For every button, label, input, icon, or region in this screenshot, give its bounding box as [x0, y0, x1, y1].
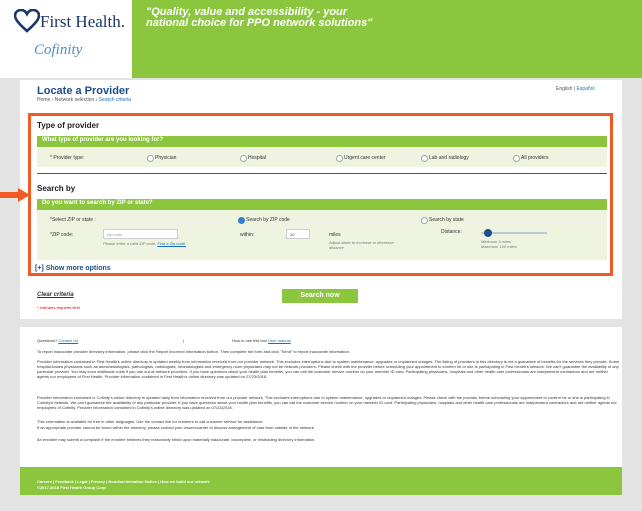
zip-code-label: *ZIP code: — [50, 232, 74, 238]
distance-range-hint: Minimum 5 miles Maximum 100 miles — [481, 239, 551, 249]
questions-row: Questions? Contact Us | How to use this … — [37, 338, 620, 343]
footer-links: Careers | Feedback | Legal | Privacy | N… — [37, 479, 210, 484]
user-manual-link[interactable]: User manual — [268, 338, 291, 343]
arrow-right-icon — [0, 188, 30, 202]
provider-question-bar: What type of provider are you looking fo… — [37, 136, 607, 147]
footer-link-legal[interactable]: Legal — [77, 479, 87, 484]
how-to-label: How to use this tool — [232, 338, 267, 343]
required-field-note: * indicates required field — [37, 305, 80, 310]
provider-type-label: * Provider type: — [50, 155, 85, 161]
zip-code-hint: Please enter a valid ZIP code. Find a Zi… — [103, 241, 188, 246]
find-zip-link[interactable]: Find a Zip code. — [157, 241, 186, 246]
within-miles-input[interactable]: 10 — [286, 229, 310, 239]
site-header: First Health. Cofinity "Quality, value a… — [0, 0, 642, 78]
page-title: Locate a Provider — [37, 85, 130, 97]
search-by-heading: Search by — [37, 184, 76, 193]
contact-us-link[interactable]: Contact Us — [58, 338, 78, 343]
search-by-zip-radio[interactable]: Search by ZIP code — [238, 217, 290, 224]
provider-option-hospital[interactable]: Hospital — [240, 155, 266, 162]
footer-link-privacy[interactable]: Privacy — [91, 479, 105, 484]
footer-link-feedback[interactable]: Feedback — [55, 479, 73, 484]
footer-link-nondiscrimination-notice[interactable]: Nondiscrimination Notice — [108, 479, 156, 484]
zip-code-input[interactable]: Zip code — [103, 229, 178, 239]
breadcrumb: Home › Network selection › Search criter… — [37, 97, 131, 103]
footer-copyright: ©2017-2018 First Health Group Corp — [37, 485, 106, 490]
provider-option-all[interactable]: All providers — [513, 155, 549, 162]
language-spanish[interactable]: Español — [576, 86, 594, 92]
complaint-note: An enrollee may submit a complaint if th… — [37, 437, 316, 442]
within-label: within: — [240, 232, 255, 238]
report-inaccurate-text: To report inaccurate provider directory … — [37, 349, 350, 354]
provider-option-physician[interactable]: Physician — [147, 155, 176, 162]
footer-link-how-we-build-our-network[interactable]: How we build our network — [160, 479, 210, 484]
languages-note: This information is available for free i… — [37, 419, 264, 424]
footer-link-careers[interactable]: Careers — [37, 479, 52, 484]
type-of-provider-heading: Type of provider — [37, 121, 100, 130]
provider-option-lab-radiology[interactable]: Lab and radiology — [421, 155, 469, 162]
language-english[interactable]: English — [556, 86, 572, 92]
cofinity-disclaimer: Provider information contained in Cofini… — [37, 395, 617, 410]
select-zip-state-label: *Select ZIP or state : — [50, 217, 96, 223]
clear-criteria-link[interactable]: Clear criteria — [37, 292, 74, 298]
out-of-network-note: If an appropriate provider cannot be fou… — [37, 425, 315, 430]
cofinity-logo[interactable]: Cofinity — [34, 42, 82, 59]
distance-max: Maximum 100 miles — [481, 244, 517, 249]
logo-primary-text: First Health. — [40, 12, 125, 31]
search-by-question: Do you want to search by ZIP or state? — [42, 200, 153, 206]
breadcrumb-home[interactable]: Home — [37, 97, 50, 103]
search-now-button[interactable]: Search now — [282, 289, 358, 303]
distance-slider[interactable] — [481, 229, 547, 237]
search-by-state-radio[interactable]: Search by state — [421, 217, 464, 224]
provider-question: What type of provider are you looking fo… — [42, 137, 164, 143]
questions-separator: | — [183, 338, 185, 343]
first-health-logo[interactable]: First Health. — [14, 9, 132, 35]
breadcrumb-current: Search criteria — [98, 97, 131, 103]
miles-hint: Adjust slider to increase or decrease di… — [329, 240, 394, 250]
show-more-options-link[interactable]: [+] Show more options — [35, 265, 111, 272]
first-health-disclaimer: Provider information contained in First … — [37, 359, 620, 379]
questions-label: Questions? — [37, 338, 58, 343]
header-tagline: "Quality, value and accessibility - your… — [146, 6, 373, 29]
zip-hint-text: Please enter a valid ZIP code. — [103, 241, 157, 246]
provider-option-urgent-care[interactable]: Urgent care center — [336, 155, 385, 162]
language-switcher: English | Español — [556, 86, 595, 92]
heart-logo-icon — [14, 9, 40, 33]
breadcrumb-network-selection[interactable]: Network selection — [55, 97, 94, 103]
slider-thumb[interactable] — [483, 229, 492, 237]
miles-label: miles — [329, 232, 341, 238]
search-by-question-bar: Do you want to search by ZIP or state? — [37, 199, 607, 210]
section-divider — [37, 173, 607, 174]
distance-label: Distance: — [441, 229, 462, 235]
